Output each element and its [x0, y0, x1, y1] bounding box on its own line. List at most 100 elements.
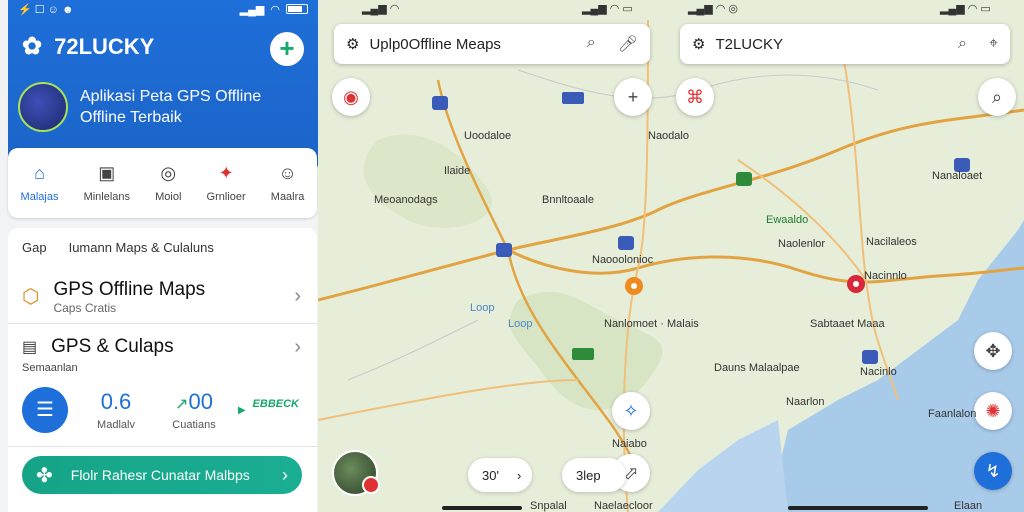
- left-panel: ⚡ ☐ ☺ ☻ ▂▄▆ ◠ ✿ 72LUCKY + Aplikasi Peta G…: [0, 0, 318, 512]
- map-label: Nanaloaet: [932, 170, 983, 182]
- stat-value: ↗00: [164, 389, 224, 415]
- signal-icon: ▂▄▆ ◠: [362, 2, 400, 15]
- navigate-button[interactable]: ↯: [974, 452, 1012, 490]
- nav-label: Grnlioer: [206, 191, 246, 203]
- map-label: Sabtaaet Maaa: [810, 318, 885, 330]
- compass-button[interactable]: ✥: [974, 332, 1012, 370]
- settings-icon[interactable]: ⚙: [346, 35, 359, 53]
- box-icon: ⬡: [22, 286, 40, 308]
- search-bar-1[interactable]: ⚙ Uplp0Offline Meaps ⌕ 🎤︎: [334, 24, 650, 64]
- step-pill[interactable]: 3lep: [562, 458, 626, 492]
- hero-banner: Aplikasi Peta GPS Offline Offline Terbai…: [18, 82, 261, 132]
- mic-icon[interactable]: 🎤︎: [618, 34, 638, 54]
- list-item-gps-offline[interactable]: ⬡ GPS Offline Maps Caps Cratis ›: [8, 270, 317, 324]
- app-logo: [18, 82, 68, 132]
- status-bar-4: ▂▄▆ ◠ ◎: [688, 0, 738, 16]
- map-label: Naooolonioc: [592, 254, 654, 266]
- route-shield: [432, 96, 448, 110]
- location-button[interactable]: ⌘: [676, 78, 714, 116]
- hero-line-2: Offline Terbaik: [80, 109, 182, 126]
- badge: EBBECK: [252, 398, 299, 410]
- layers-button[interactable]: ◉: [332, 78, 370, 116]
- stat-label: Madlalv: [97, 419, 135, 431]
- home-indicator: [788, 506, 928, 510]
- doc-icon: ▤: [22, 339, 38, 356]
- map-label: Naolenlor: [778, 238, 826, 250]
- chevron-right-icon: ›: [294, 285, 301, 307]
- zoom-in-button[interactable]: +: [614, 78, 652, 116]
- battery-icon: [286, 4, 308, 14]
- poi-button[interactable]: ✺: [974, 392, 1012, 430]
- settings-icon[interactable]: ⚙: [692, 35, 705, 53]
- nav-item-2[interactable]: ◎ Moiol: [155, 163, 181, 203]
- status-icons-left: ⚡ ☐ ☺ ☻: [18, 3, 74, 16]
- cta-button[interactable]: ✤ Flolr Rahesr Cunatar Malbps ›: [22, 456, 302, 494]
- list-icon[interactable]: ☰: [22, 387, 68, 433]
- chevron-right-icon: ›: [516, 467, 522, 483]
- doc-icon: ▣: [98, 163, 116, 183]
- stats-row: ☰ 0.6 Madlalv ↗00 Cuatians ▶ EBBECK: [22, 386, 305, 434]
- red-pin-dot: [853, 281, 859, 287]
- map-label: Meoanodags: [374, 194, 438, 206]
- play-icon: ▶: [238, 404, 246, 416]
- thumbnail-badge: [362, 476, 380, 494]
- hero-text: Aplikasi Peta GPS Offline Offline Terbai…: [80, 86, 261, 128]
- list-card: Gap Iumann Maps & Culaluns ⬡ GPS Offline…: [8, 228, 317, 512]
- face-icon: ☺: [278, 163, 297, 183]
- search-icon[interactable]: ⌕: [958, 35, 967, 53]
- leaf-icon: ✤: [36, 464, 53, 487]
- nav-item-3[interactable]: ✦ Grnlioer: [207, 163, 246, 203]
- search-bar-2[interactable]: ⚙ T2LUCKY ⌕ ⌖: [680, 24, 1010, 64]
- navigate-icon[interactable]: ⌖: [989, 35, 998, 53]
- list-item-subtitle: Caps Cratis: [53, 300, 117, 315]
- nav-item-4[interactable]: ☺ Maalra: [271, 163, 305, 203]
- favorite-button[interactable]: ✧: [612, 392, 650, 430]
- stat-1: 0.6 Madlalv: [86, 389, 146, 431]
- stat-value-text: 00: [188, 389, 213, 414]
- stat-value: 0.6: [100, 389, 132, 414]
- scale-pill[interactable]: 30' ›: [468, 458, 532, 492]
- gear-icon[interactable]: ✿: [22, 32, 42, 61]
- plus-icon: +: [627, 87, 639, 107]
- status-bar-3: ▂▄▆ ◠ ▭: [582, 0, 633, 16]
- home-icon: ⌂: [34, 163, 45, 183]
- map-view[interactable]: ▂▄▆ ◠ ▂▄▆ ◠ ▭ ▂▄▆ ◠ ◎ ▂▄▆ ◠ ▭ ⚙ Uplp0Off…: [318, 0, 1024, 512]
- route-shield: [572, 348, 594, 360]
- map-label: Nacinnlo: [864, 270, 907, 282]
- search-actions: ⌕ 🎤︎: [587, 34, 638, 54]
- map-canvas[interactable]: [318, 0, 1024, 512]
- map-label: Nacinlo: [860, 366, 897, 378]
- gear-icon: ✺: [985, 401, 1001, 421]
- list-header-a: Gap: [22, 240, 47, 255]
- nav-item-1[interactable]: ▣ Minlelans: [84, 163, 130, 203]
- nav-bar: ⌂ Malajas ▣ Minlelans ◎ Moiol ✦ Grnlioer ☺ Ma…: [8, 148, 317, 218]
- section-caption: Semaanlan: [22, 362, 78, 374]
- status-bar-5: ▂▄▆ ◠ ▭: [940, 0, 991, 16]
- list-item-text: GPS Offline Maps Caps Cratis: [53, 279, 205, 315]
- route-shield: [736, 172, 752, 186]
- signal-icon: ▂▄▆ ◠ ◎: [688, 2, 739, 15]
- map-label: Uoodaloe: [464, 130, 512, 142]
- layers-icon: ◉: [343, 87, 359, 107]
- search-map-button[interactable]: ⌕: [978, 78, 1016, 116]
- trend-icon: ↗: [175, 396, 189, 413]
- signal-icon: ▂▄▆ ◠ ▭: [940, 2, 991, 15]
- stat-2: ↗00 Cuatians: [164, 389, 224, 431]
- pill-text: 30': [482, 467, 499, 483]
- map-label: Naodalo: [648, 130, 689, 142]
- status-bar: ⚡ ☐ ☺ ☻ ▂▄▆ ◠: [8, 0, 318, 18]
- map-label: Nanlomoet · Malais: [604, 318, 699, 330]
- nav-item-0[interactable]: ⌂ Malajas: [21, 163, 59, 203]
- signal-icon: ▂▄▆ ◠ ▭: [582, 2, 633, 15]
- list-item-gps-culaps[interactable]: ▤ GPS & Culaps ›: [8, 332, 317, 362]
- search-icon[interactable]: ⌕: [587, 34, 596, 54]
- status-icons-right: ▂▄▆ ◠: [240, 3, 308, 16]
- map-label: Ewaaldo: [766, 214, 809, 226]
- add-button[interactable]: +: [270, 32, 304, 66]
- navigate-icon: ↯: [985, 461, 1001, 481]
- search-text: T2LUCKY: [715, 35, 783, 53]
- search-actions: ⌕ ⌖: [958, 35, 998, 53]
- list-item-title: GPS Offline Maps: [53, 278, 206, 300]
- cta-label: Flolr Rahesr Cunatar Malbps: [70, 467, 250, 483]
- route-shield: [496, 243, 512, 257]
